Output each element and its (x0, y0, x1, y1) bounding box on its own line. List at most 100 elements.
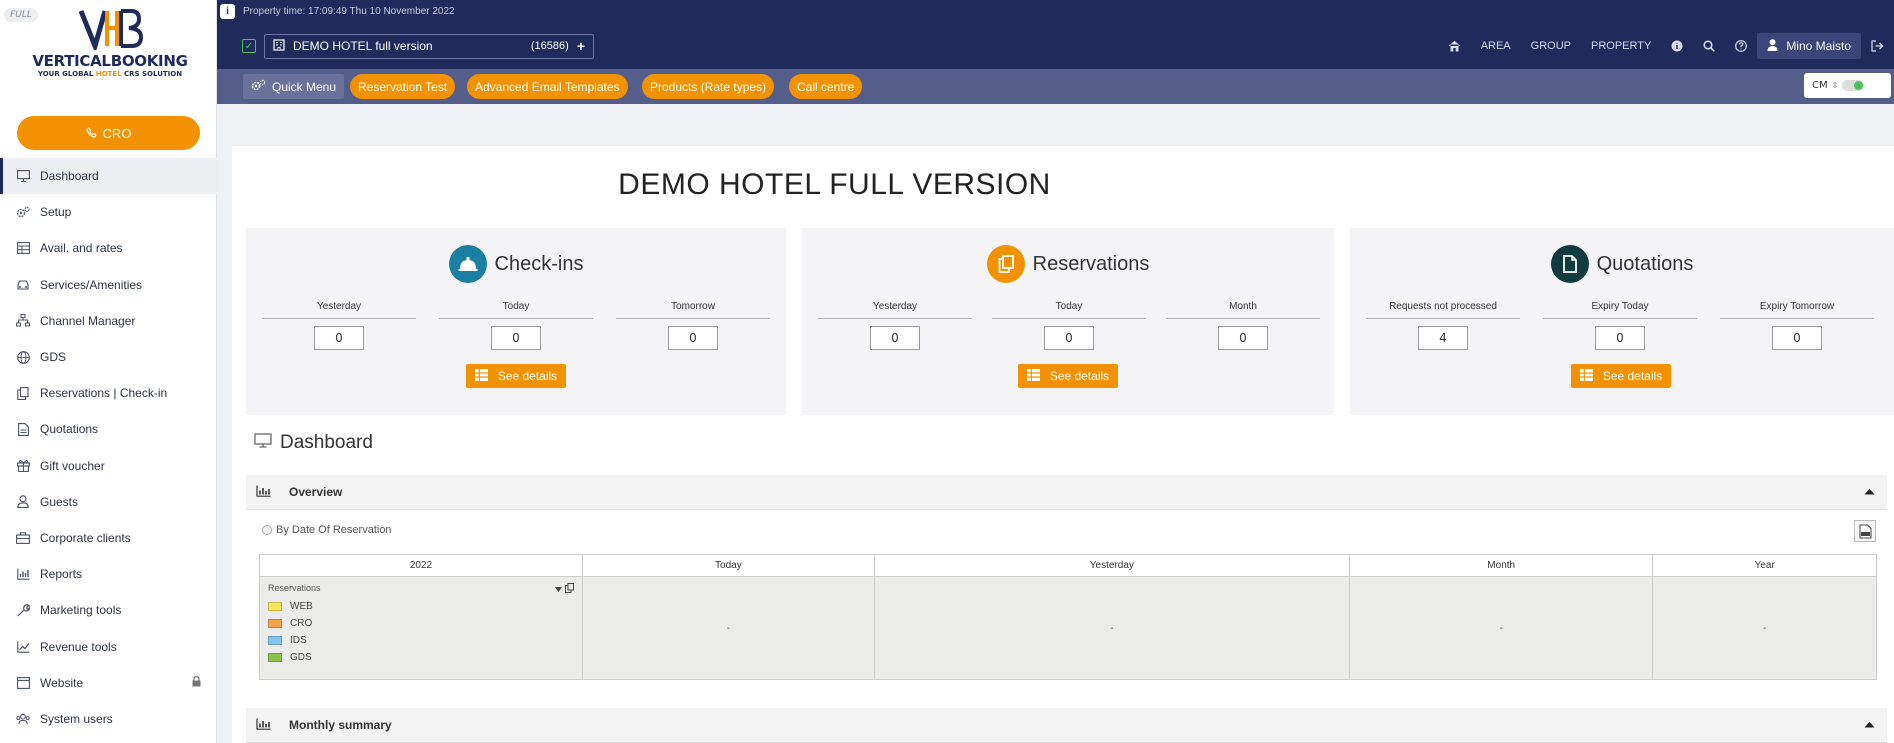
sidebar-item-label: System users (40, 711, 113, 726)
caret-up-icon[interactable] (1864, 486, 1875, 498)
info-icon[interactable]: i (220, 3, 235, 19)
nav-property[interactable]: PROPERTY (1581, 40, 1661, 52)
by-date-radio[interactable]: By Date Of Reservation (262, 524, 392, 536)
pill-advanced-email-templates[interactable]: Advanced Email Templates (467, 74, 628, 99)
bar-chart-icon (256, 485, 271, 500)
sidebar-item-revenue-tools[interactable]: Revenue tools (0, 628, 217, 664)
pill-reservation-test[interactable]: Reservation Test (350, 74, 456, 99)
col-label: Month (1166, 301, 1320, 319)
nav-area[interactable]: AREA (1471, 40, 1521, 52)
table-row: Reservations WEB CRO IDS GDS - - - - (259, 576, 1877, 680)
user-icon (1767, 38, 1778, 54)
briefcase-icon (16, 531, 30, 545)
hotel-code: (16586) (530, 40, 569, 52)
sidebar-item-avail-rates[interactable]: Avail. and rates (0, 230, 217, 266)
file-icon (16, 422, 30, 436)
info-circle-icon[interactable] (1661, 40, 1693, 52)
quick-menu-button[interactable]: Quick Menu (243, 74, 345, 99)
caret-up-icon[interactable] (1864, 719, 1875, 731)
sidebar-item-system-users[interactable]: System users (0, 701, 217, 737)
cell-month: - (1348, 576, 1654, 680)
sidebar-item-setup[interactable]: Setup (0, 194, 217, 230)
sidebar-item-dashboard[interactable]: Dashboard (0, 158, 217, 195)
value-box: 0 (1044, 326, 1094, 350)
legend-label: CRO (290, 618, 313, 629)
sidebar-item-reservations-checkin[interactable]: Reservations | Check-in (0, 375, 217, 411)
dashboard-title: Dashboard (280, 432, 373, 453)
sidebar-item-services[interactable]: Services/Amenities (0, 267, 217, 303)
value-box: 0 (314, 326, 364, 350)
help-icon[interactable] (1725, 40, 1757, 52)
phone-icon (85, 126, 97, 141)
quotations-see-details-button[interactable]: See details (1571, 364, 1671, 388)
sidebar-item-label: Dashboard (40, 169, 99, 184)
bell-icon (448, 245, 487, 283)
legend-item-ids: IDS (268, 635, 574, 646)
value-box: 0 (1218, 326, 1268, 350)
sidebar-item-website[interactable]: Website (0, 665, 217, 701)
sidebar-item-gds[interactable]: GDS (0, 339, 217, 375)
sidebar-item-marketing-tools[interactable]: Marketing tools (0, 592, 217, 628)
legend-swatch (268, 636, 282, 645)
hotel-selector[interactable]: DEMO HOTEL full version (16586) + (264, 33, 594, 59)
sidebar-item-label: Website (40, 675, 84, 690)
checkins-see-details-button[interactable]: See details (466, 364, 566, 388)
sidebar-item-channel-manager[interactable]: Channel Manager (0, 303, 217, 339)
reservations-see-details-button[interactable]: See details (1018, 364, 1118, 388)
overview-table: 2022 Today Yesterday Month Year Reservat… (259, 554, 1877, 680)
sidebar-item-guests[interactable]: Guests (0, 484, 217, 520)
header-today: Today (582, 554, 875, 577)
check-icon[interactable]: ✓ (242, 39, 256, 53)
col-label: Requests not processed (1366, 301, 1520, 319)
value-box: 4 (1418, 326, 1468, 350)
legend-label: GDS (290, 652, 312, 663)
home-icon[interactable] (1438, 40, 1471, 52)
header-yesterday: Yesterday (873, 554, 1351, 577)
reservations-yesterday: Yesterday 0 (818, 301, 972, 350)
reservations-month: Month 0 (1166, 301, 1320, 350)
cro-button[interactable]: CRO (17, 116, 200, 150)
sidebar-item-reports[interactable]: Reports (0, 556, 217, 592)
logo-mark-icon (78, 9, 144, 50)
legend-cell: Reservations WEB CRO IDS GDS (259, 576, 583, 680)
sidebar-item-label: Gift voucher (40, 458, 105, 473)
sidebar-item-corporate-clients[interactable]: Corporate clients (0, 520, 217, 556)
user-menu-button[interactable]: Mino Maisto (1757, 33, 1861, 59)
page-title: DEMO HOTEL FULL VERSION (618, 168, 1051, 201)
sidebar-item-label: Setup (40, 205, 72, 220)
see-details-label: See details (1602, 369, 1663, 383)
cm-toggle[interactable] (1842, 80, 1865, 91)
cm-toggle-box[interactable]: CM ⇕ (1804, 73, 1891, 98)
overview-section-header[interactable]: Overview (246, 475, 1887, 510)
pdf-export-icon[interactable] (1854, 520, 1876, 542)
col-label: Expiry Tomorrow (1720, 301, 1874, 319)
copy-icon[interactable] (565, 583, 574, 595)
caret-down-icon[interactable] (555, 584, 562, 594)
monthly-summary-section-header[interactable]: Monthly summary (246, 708, 1887, 743)
header-month: Month (1348, 554, 1654, 577)
plus-icon[interactable]: + (577, 38, 585, 54)
radio-button[interactable] (262, 525, 272, 535)
pill-call-centre[interactable]: Call centre (789, 74, 863, 99)
legend-item-web: WEB (268, 601, 574, 612)
cell-year: - (1652, 576, 1877, 680)
reservations-header: Reservations (802, 245, 1334, 283)
sidebar-item-label: Quotations (40, 422, 99, 437)
spinner-icon: ⇕ (1831, 81, 1839, 90)
col-label: Today (439, 301, 593, 319)
lock-icon (192, 675, 201, 690)
search-icon[interactable] (1693, 40, 1725, 52)
logout-icon[interactable] (1861, 40, 1894, 52)
sidebar-item-gift-voucher[interactable]: Gift voucher (0, 448, 217, 484)
copy-icon (16, 386, 30, 400)
nav-group[interactable]: GROUP (1521, 40, 1581, 52)
cell-today: - (582, 576, 875, 680)
grid-icon (1026, 368, 1040, 384)
legend-item-cro: CRO (268, 618, 574, 629)
quotations-expiry-today: Expiry Today 0 (1543, 301, 1697, 350)
pill-products-rate-types[interactable]: Products (Rate types) (642, 74, 775, 99)
gears-icon (16, 205, 30, 219)
sidebar-item-quotations[interactable]: Quotations (0, 411, 217, 447)
reservations-today: Today 0 (992, 301, 1146, 350)
logo[interactable]: VERTICALBOOKING YOUR GLOBAL HOTEL CRS SO… (30, 8, 190, 88)
